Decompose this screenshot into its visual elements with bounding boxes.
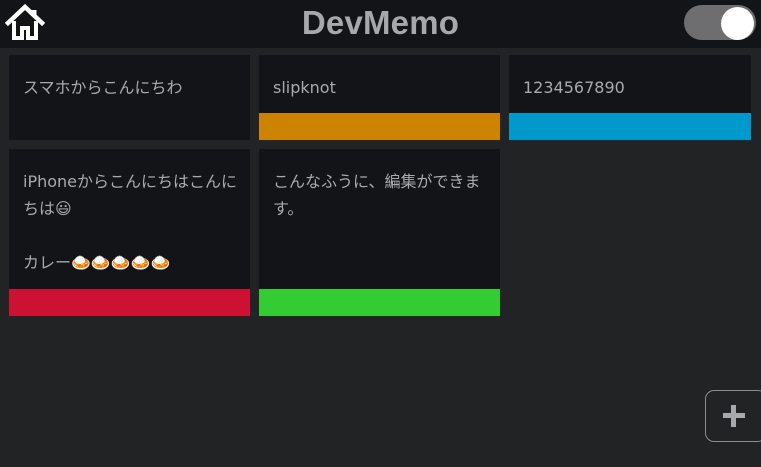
app-header: DevMemo <box>0 0 761 48</box>
memo-text: iPhoneからこんにちはこんにちは😃 カレー🍛🍛🍛🍛🍛 <box>23 172 238 272</box>
memo-card[interactable]: 1234567890 <box>509 55 751 140</box>
memo-text: スマホからこんにちわ <box>23 78 183 97</box>
memo-card[interactable]: slipknot <box>259 55 500 140</box>
devmemo-app: DevMemo スマホからこんにちわ slipknot 1234567890 i… <box>0 0 761 467</box>
memo-color-bar <box>259 289 500 316</box>
memo-card[interactable]: スマホからこんにちわ <box>9 55 250 140</box>
memo-color-bar <box>509 113 751 140</box>
memo-card[interactable]: iPhoneからこんにちはこんにちは😃 カレー🍛🍛🍛🍛🍛 <box>9 149 250 316</box>
theme-toggle[interactable] <box>684 5 756 40</box>
memo-color-bar <box>259 113 500 140</box>
toggle-knob <box>721 7 754 40</box>
memo-text: 1234567890 <box>523 78 625 97</box>
memo-text: こんなふうに、編集ができます。 <box>273 172 481 218</box>
app-title: DevMemo <box>301 4 460 41</box>
memo-color-bar <box>9 289 250 316</box>
plus-icon <box>723 405 745 427</box>
add-memo-button[interactable] <box>705 390 761 442</box>
memo-card[interactable]: こんなふうに、編集ができます。 <box>259 149 500 316</box>
memo-text: slipknot <box>273 78 336 97</box>
